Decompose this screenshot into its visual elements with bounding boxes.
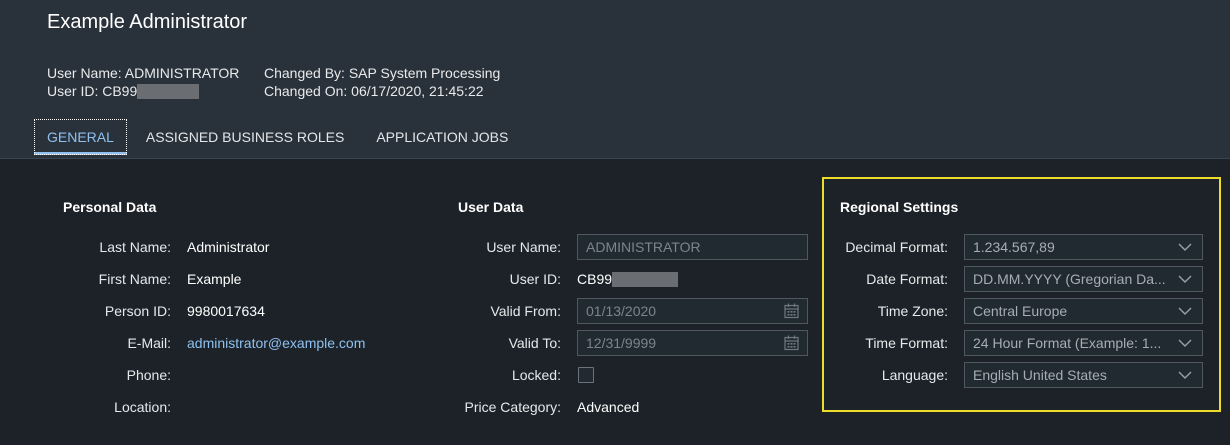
language-value: English United States (973, 367, 1107, 383)
redacted-block (612, 271, 679, 287)
user-name-field[interactable]: ADMINISTRATOR (577, 234, 808, 260)
time-zone-label: Time Zone: (877, 303, 948, 319)
header-user-id: User ID: CB99 (47, 83, 138, 99)
time-format-select[interactable]: 24 Hour Format (Example: 1... (964, 330, 1203, 356)
valid-to-field-value: 12/31/9999 (586, 335, 657, 351)
page-title: Example Administrator (47, 11, 248, 33)
chevron-down-icon[interactable] (1178, 241, 1192, 253)
date-format-select[interactable]: DD.MM.YYYY (Gregorian Da... (964, 266, 1203, 292)
header-meta-left: User Name: ADMINISTRATOR User ID: CB99 (47, 64, 239, 100)
chevron-down-icon[interactable] (1178, 337, 1192, 349)
email-label: E-Mail: (127, 335, 171, 351)
language-label: Language: (881, 367, 948, 383)
chevron-down-icon[interactable] (1178, 305, 1192, 317)
first-name-value: Example (187, 271, 242, 287)
language-select[interactable]: English United States (964, 362, 1203, 388)
phone-label: Phone: (126, 367, 171, 383)
header-changed-on: Changed On: 06/17/2020, 21:45:22 (264, 83, 484, 99)
price-category-value: Advanced (577, 399, 640, 415)
object-header: Example Administrator User Name: ADMINIS… (0, 0, 1230, 159)
header-user-id-row: User ID: CB99 (47, 82, 239, 100)
header-changed-by: Changed By: SAP System Processing (264, 65, 501, 81)
tab-bar: GENERAL ASSIGNED BUSINESS ROLES APPLICAT… (34, 119, 521, 157)
date-format-label: Date Format: (866, 271, 948, 287)
tab-application-jobs[interactable]: APPLICATION JOBS (363, 119, 521, 155)
regional-settings-title: Regional Settings (840, 199, 959, 215)
valid-from-label: Valid From: (490, 303, 561, 319)
time-zone-value: Central Europe (973, 303, 1068, 319)
email-link[interactable]: administrator@example.com (187, 335, 365, 351)
decimal-format-select[interactable]: 1.234.567,89 (964, 234, 1203, 260)
locked-label: Locked: (511, 367, 561, 383)
time-format-label: Time Format: (865, 335, 948, 351)
time-format-value: 24 Hour Format (Example: 1... (973, 335, 1162, 351)
user-data-title: User Data (458, 199, 524, 215)
decimal-format-label: Decimal Format: (845, 239, 948, 255)
tab-assigned-business-roles[interactable]: ASSIGNED BUSINESS ROLES (133, 119, 357, 155)
decimal-format-value: 1.234.567,89 (973, 239, 1055, 255)
user-name-label: User Name: (486, 239, 561, 255)
tab-general[interactable]: GENERAL (34, 119, 127, 155)
personal-data-title: Personal Data (63, 199, 157, 215)
user-id-value-row: CB99 (577, 271, 679, 287)
calendar-icon[interactable] (784, 335, 799, 351)
chevron-down-icon[interactable] (1178, 273, 1192, 285)
chevron-down-icon[interactable] (1178, 369, 1192, 381)
first-name-label: First Name: (98, 271, 171, 287)
location-label: Location: (114, 399, 171, 415)
person-id-label: Person ID: (104, 303, 171, 319)
valid-from-field[interactable]: 01/13/2020 (577, 298, 808, 324)
user-id-label: User ID: (509, 271, 561, 287)
time-zone-select[interactable]: Central Europe (964, 298, 1203, 324)
date-format-value: DD.MM.YYYY (Gregorian Da... (973, 271, 1166, 287)
valid-from-field-value: 01/13/2020 (586, 303, 657, 319)
user-name-field-value: ADMINISTRATOR (586, 239, 701, 255)
calendar-icon[interactable] (784, 303, 799, 319)
price-category-label: Price Category: (464, 399, 561, 415)
valid-to-label: Valid To: (508, 335, 561, 351)
valid-to-field[interactable]: 12/31/9999 (577, 330, 808, 356)
person-id-value: 9980017634 (187, 303, 265, 319)
last-name-label: Last Name: (99, 239, 171, 255)
header-user-name: User Name: ADMINISTRATOR (47, 65, 240, 81)
redacted-block (137, 83, 200, 99)
locked-checkbox[interactable] (578, 367, 594, 383)
user-id-value: CB99 (577, 271, 613, 287)
last-name-value: Administrator (187, 239, 270, 255)
header-meta-right: Changed By: SAP System Processing Change… (264, 64, 500, 100)
